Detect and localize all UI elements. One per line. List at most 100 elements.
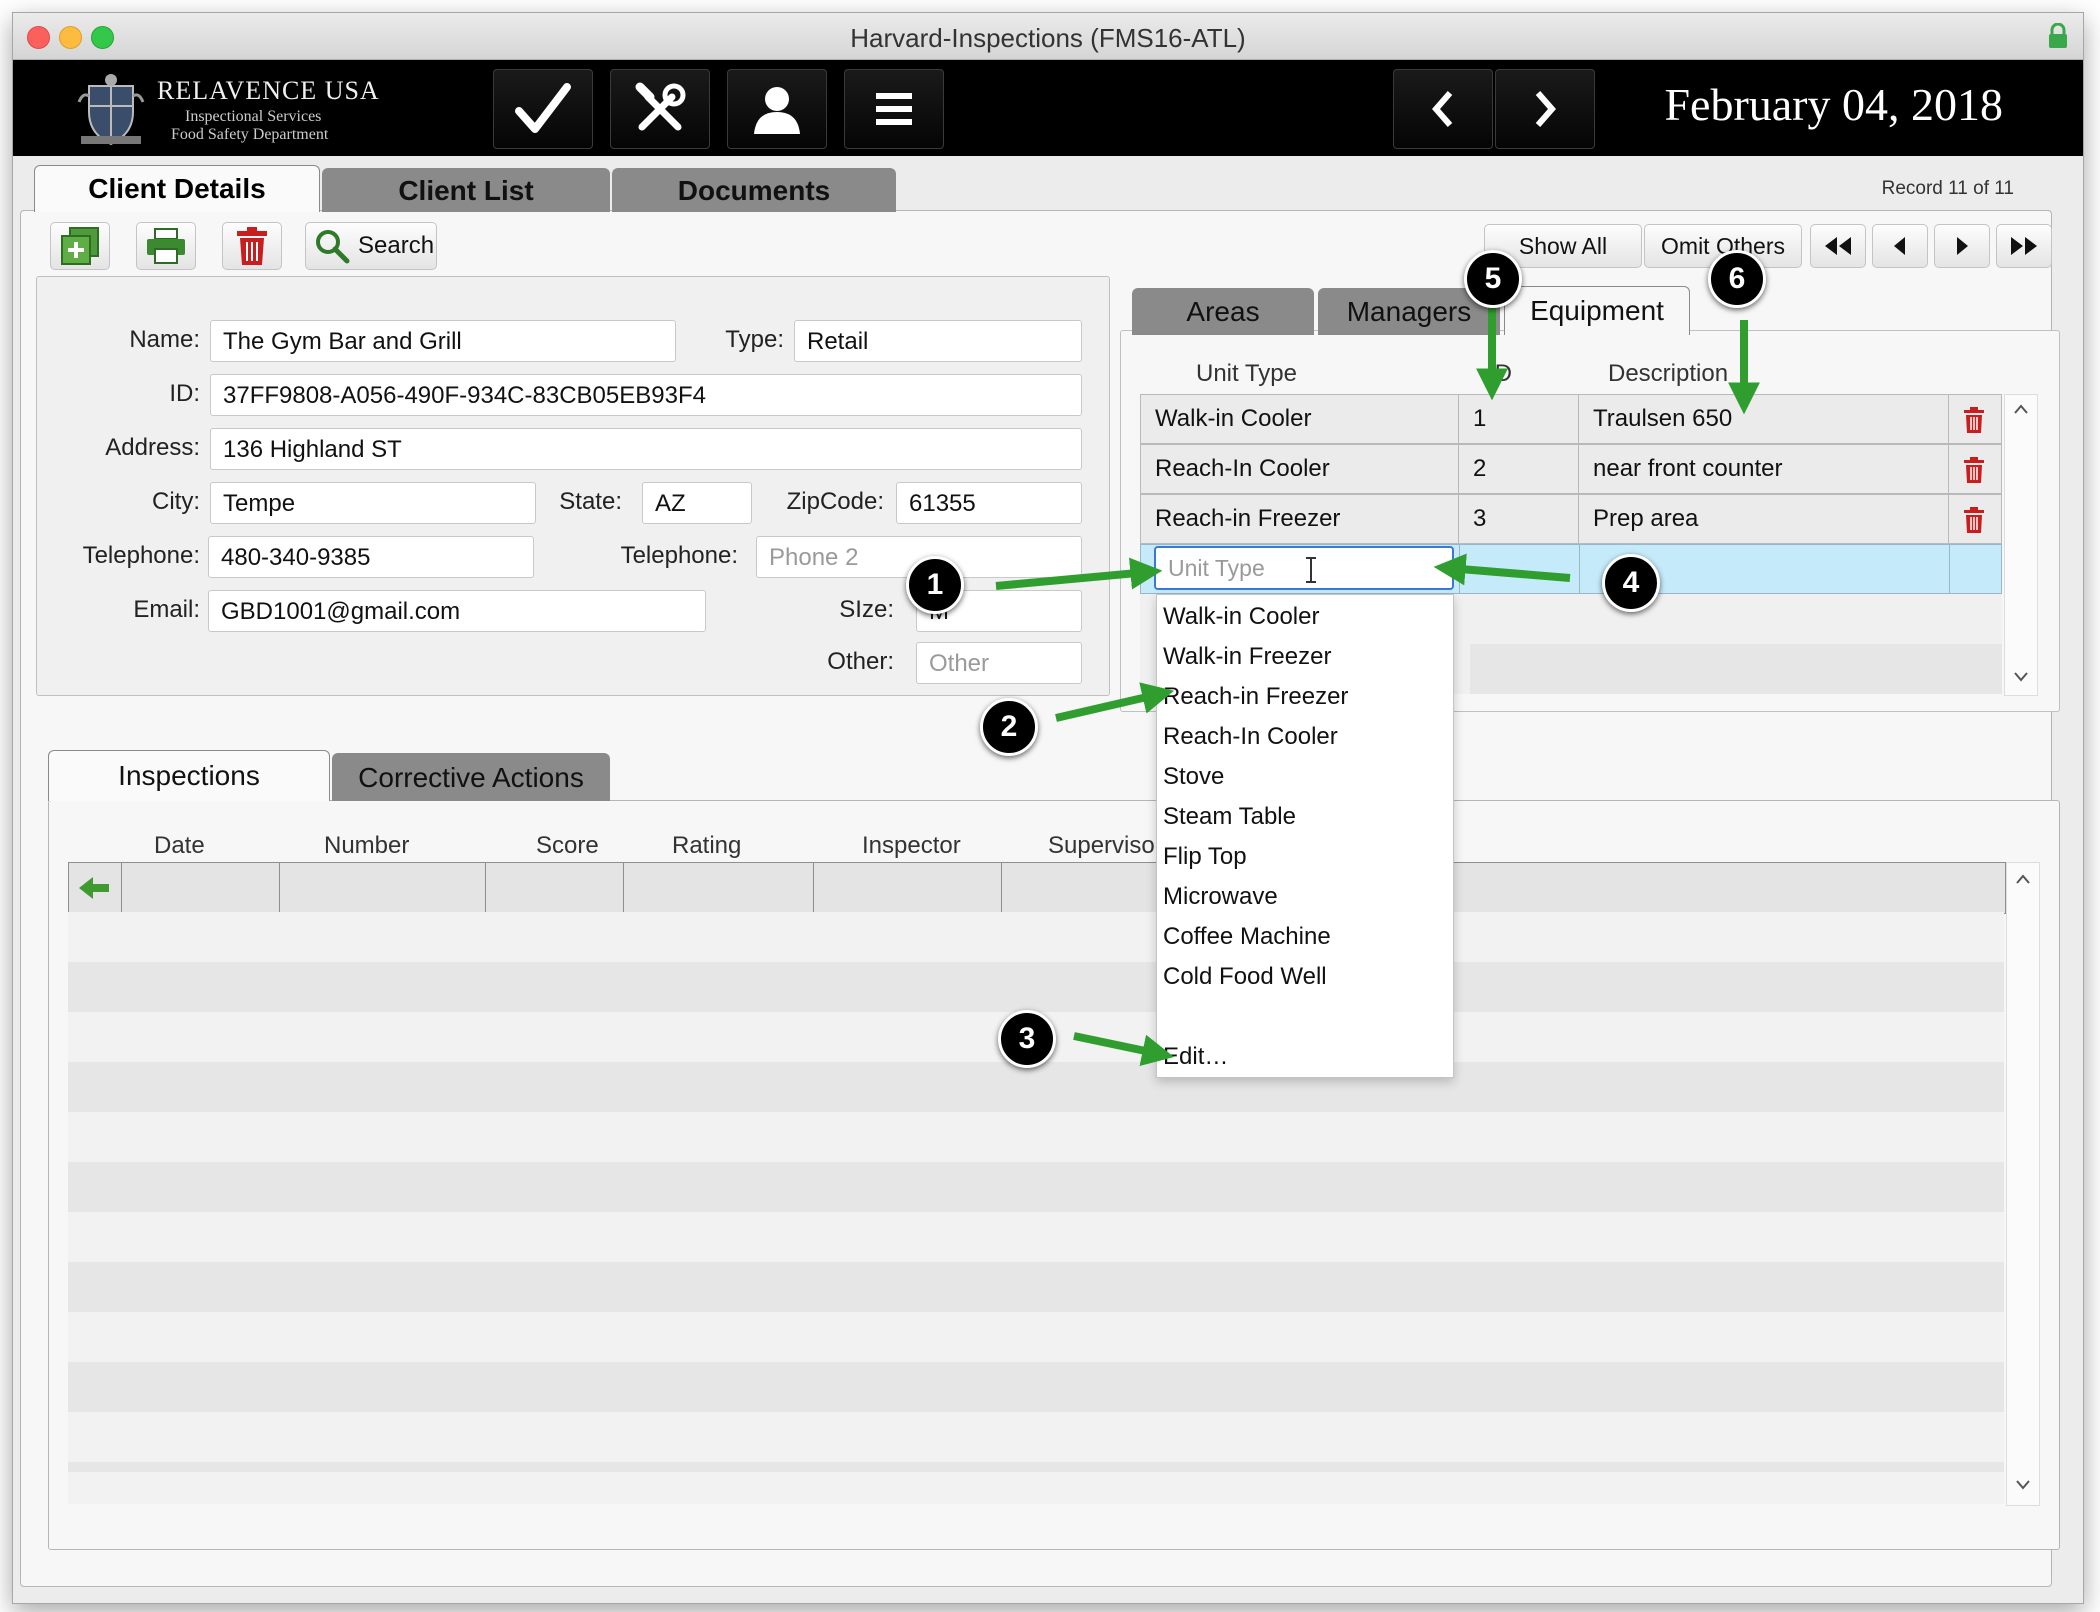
new-record-button[interactable]: [50, 222, 110, 270]
dropdown-option[interactable]: Reach-in Freezer: [1163, 683, 1348, 711]
triangle-left-icon: [1894, 237, 1905, 255]
unit-type-cell[interactable]: Reach-In Cooler: [1141, 445, 1459, 493]
callout-2: 2: [980, 698, 1038, 756]
checkmark-icon: [515, 83, 571, 133]
column-unit-type: Unit Type: [1196, 360, 1297, 387]
dropdown-option[interactable]: Cold Food Well: [1163, 963, 1327, 991]
table-row[interactable]: Reach-In Cooler 2 near front counter: [1140, 444, 2002, 494]
dropdown-edit-option[interactable]: Edit…: [1163, 1043, 1228, 1071]
state-field[interactable]: AZ: [642, 482, 752, 524]
column-inspector: Inspector: [862, 832, 961, 859]
description-cell[interactable]: near front counter: [1579, 445, 1949, 493]
address-label: Address:: [105, 434, 200, 461]
chevron-up-icon[interactable]: [2013, 403, 2029, 415]
size-label: SIze:: [839, 596, 894, 623]
tab-equipment[interactable]: Equipment: [1504, 286, 1690, 335]
double-right-icon: [2011, 237, 2037, 255]
dropdown-option[interactable]: Walk-in Cooler: [1163, 603, 1319, 631]
description-cell[interactable]: Prep area: [1579, 495, 1949, 543]
callout-6: 6: [1708, 250, 1766, 308]
print-icon: [147, 228, 185, 264]
previous-record-button[interactable]: [1872, 224, 1928, 268]
last-record-button[interactable]: [1996, 224, 2052, 268]
header-date: February 04, 2018: [1664, 79, 2003, 130]
id-cell[interactable]: 3: [1459, 495, 1579, 543]
dropdown-option[interactable]: Reach-In Cooler: [1163, 723, 1338, 751]
trash-icon[interactable]: [1963, 457, 1985, 483]
id-cell[interactable]: 1: [1459, 395, 1579, 443]
brand-logo: RELAVENCE USA Inspectional Services Food…: [75, 72, 379, 148]
id-cell[interactable]: 2: [1459, 445, 1579, 493]
equipment-scrollbar[interactable]: [2004, 394, 2038, 696]
menu-button[interactable]: [844, 69, 944, 149]
type-label: Type:: [725, 326, 784, 353]
dropdown-option[interactable]: Microwave: [1163, 883, 1278, 911]
tab-documents[interactable]: Documents: [612, 168, 896, 212]
column-supervisor: Supervisor: [1048, 832, 1163, 859]
search-button[interactable]: Search: [305, 222, 437, 270]
tools-button[interactable]: [610, 69, 710, 149]
email-label: Email:: [133, 596, 200, 623]
callout-3: 3: [998, 1010, 1056, 1068]
user-button[interactable]: [727, 69, 827, 149]
lock-icon: [2049, 23, 2067, 48]
telephone-field[interactable]: 480-340-9385: [208, 536, 534, 578]
tab-areas[interactable]: Areas: [1132, 288, 1314, 335]
telephone-label: Telephone:: [82, 542, 200, 569]
column-id: ID: [1488, 360, 1512, 387]
inspections-scrollbar[interactable]: [2006, 862, 2040, 1506]
print-button[interactable]: [136, 222, 196, 270]
unit-type-cell[interactable]: Walk-in Cooler: [1141, 395, 1459, 443]
previous-button[interactable]: [1393, 69, 1493, 149]
delete-record-button[interactable]: [222, 222, 282, 270]
city-field[interactable]: Tempe: [210, 482, 536, 524]
type-field[interactable]: Retail: [794, 320, 1082, 362]
chevron-down-icon[interactable]: [2013, 671, 2029, 683]
description-cell[interactable]: Traulsen 650: [1579, 395, 1949, 443]
name-field[interactable]: The Gym Bar and Grill: [210, 320, 676, 362]
other-field[interactable]: Other: [916, 642, 1082, 684]
next-record-button[interactable]: [1934, 224, 1990, 268]
tab-corrective-actions[interactable]: Corrective Actions: [332, 753, 610, 801]
callout-4: 4: [1602, 554, 1660, 612]
brand-subtitle-2: Food Safety Department: [171, 126, 329, 143]
dropdown-option[interactable]: Flip Top: [1163, 843, 1247, 871]
table-row[interactable]: Reach-in Freezer 3 Prep area: [1140, 494, 2002, 544]
trash-icon[interactable]: [1963, 407, 1985, 433]
inspections-list: [68, 912, 2004, 1472]
approve-button[interactable]: [493, 69, 593, 149]
next-button[interactable]: [1495, 69, 1595, 149]
tab-client-details[interactable]: Client Details: [34, 165, 320, 212]
tools-icon: [635, 82, 686, 131]
dropdown-option[interactable]: Steam Table: [1163, 803, 1296, 831]
column-number: Number: [324, 832, 410, 859]
double-left-icon: [1825, 237, 1851, 255]
telephone-2-label: Telephone:: [620, 542, 738, 569]
chevron-down-icon[interactable]: [2015, 1479, 2031, 1491]
crest-icon: [77, 74, 145, 146]
zipcode-field[interactable]: 61355: [896, 482, 1082, 524]
app-header: RELAVENCE USA Inspectional Services Food…: [13, 60, 2083, 156]
trash-icon[interactable]: [1963, 507, 1985, 533]
tab-client-list[interactable]: Client List: [322, 168, 610, 212]
address-field[interactable]: 136 Highland ST: [210, 428, 1082, 470]
window-title: Harvard-Inspections (FMS16-ATL): [850, 23, 1246, 53]
dropdown-option[interactable]: Walk-in Freezer: [1163, 643, 1331, 671]
dropdown-option[interactable]: Coffee Machine: [1163, 923, 1331, 951]
chevron-up-icon[interactable]: [2015, 873, 2031, 885]
arrow-left-icon[interactable]: [77, 875, 111, 901]
trash-icon: [237, 227, 267, 265]
table-row[interactable]: Walk-in Cooler 1 Traulsen 650: [1140, 394, 2002, 444]
first-record-button[interactable]: [1810, 224, 1866, 268]
unit-type-cell[interactable]: Reach-in Freezer: [1141, 495, 1459, 543]
triangle-right-icon: [1957, 237, 1968, 255]
tab-inspections[interactable]: Inspections: [48, 750, 330, 801]
inspection-entry-row[interactable]: [68, 862, 2006, 914]
text-cursor-icon: [1306, 557, 1316, 583]
zipcode-label: ZipCode:: [786, 488, 884, 515]
id-field[interactable]: 37FF9808-A056-490F-934C-83CB05EB93F4: [210, 374, 1082, 416]
email-field[interactable]: GBD1001@gmail.com: [208, 590, 706, 632]
column-score: Score: [536, 832, 599, 859]
city-label: City:: [152, 488, 200, 515]
dropdown-option[interactable]: Stove: [1163, 763, 1224, 791]
